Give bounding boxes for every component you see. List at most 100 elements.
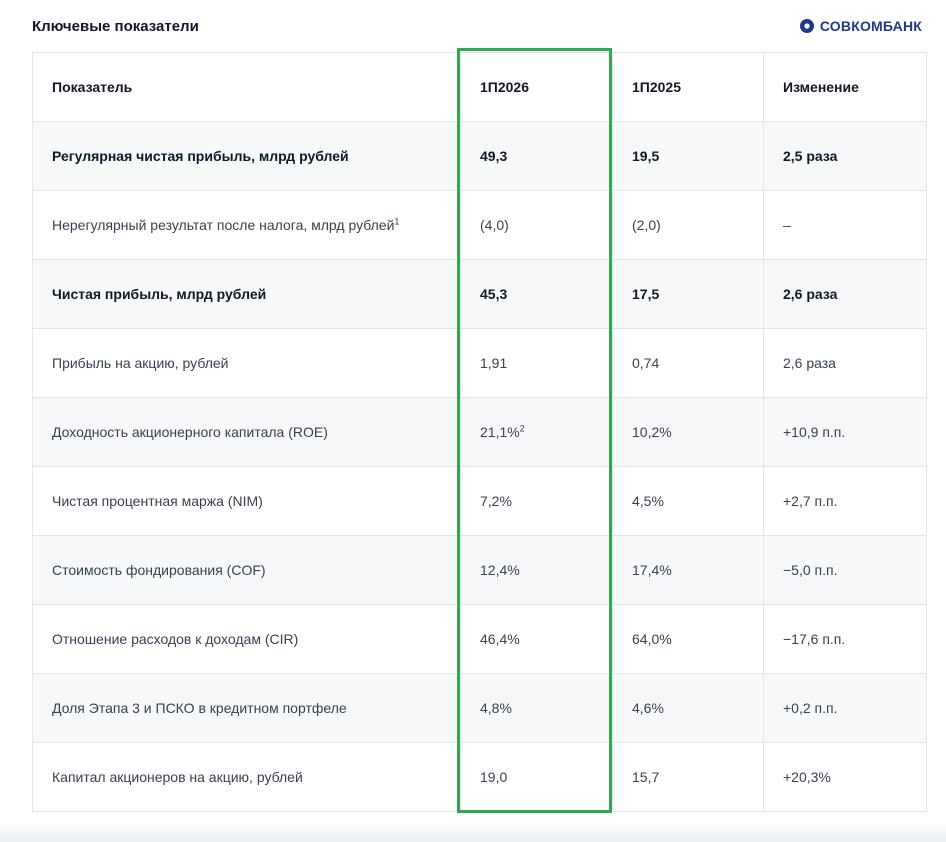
metric-label: Доля Этапа 3 и ПСКО в кредитном портфеле <box>32 673 461 743</box>
value-1p2025: 17,5 <box>612 259 764 329</box>
metric-label-text: Отношение расходов к доходам (CIR) <box>52 631 299 647</box>
metric-label: Прибыль на акцию, рублей <box>32 328 461 398</box>
metric-label: Чистая процентная маржа (NIM) <box>32 466 461 536</box>
value-1p2026-text: (4,0) <box>480 217 509 233</box>
value-change: 2,6 раза <box>763 328 927 398</box>
value-1p2026-text: 4,8% <box>480 700 512 716</box>
metric-label: Регулярная чистая прибыль, млрд рублей <box>32 121 461 191</box>
table-row: Регулярная чистая прибыль, млрд рублей 49… <box>32 121 927 191</box>
value-1p2026: (4,0) <box>460 190 613 260</box>
value-1p2025: 15,7 <box>612 742 764 812</box>
footnote-marker: 2 <box>519 423 525 434</box>
header-change: Изменение <box>763 52 927 122</box>
value-1p2026: 21,1%2 <box>460 397 613 467</box>
header-1p2025: 1П2025 <box>612 52 764 122</box>
metric-label-text: Стоимость фондирования (COF) <box>52 562 266 578</box>
value-1p2025: 64,0% <box>612 604 764 674</box>
table-row: Отношение расходов к доходам (CIR) 46,4% 6… <box>32 604 927 674</box>
value-1p2026-text: 49,3 <box>480 148 508 164</box>
table-row: Капитал акционеров на акцию, рублей 19,0 1… <box>32 742 927 812</box>
value-change-text: −17,6 п.п. <box>783 631 846 647</box>
value-1p2026: 19,0 <box>460 742 613 812</box>
value-1p2026: 46,4% <box>460 604 613 674</box>
value-1p2026-text: 19,0 <box>480 769 508 785</box>
value-1p2026: 45,3 <box>460 259 613 329</box>
bottom-fade <box>0 822 946 842</box>
metric-label-text: Нерегулярный результат после налога, млр… <box>52 217 395 233</box>
value-change: 2,6 раза <box>763 259 927 329</box>
metric-label-text: Капитал акционеров на акцию, рублей <box>52 769 303 785</box>
value-change-text: 2,5 раза <box>783 148 838 164</box>
value-1p2026-text: 21,1% <box>480 424 520 440</box>
metric-label-text: Чистая прибыль, млрд рублей <box>52 286 267 302</box>
table-row: Нерегулярный результат после налога, млр… <box>32 190 927 260</box>
metric-label: Нерегулярный результат после налога, млр… <box>32 190 461 260</box>
header-1p2026: 1П2026 <box>460 52 613 122</box>
value-change-text: +20,3% <box>783 769 831 785</box>
value-1p2025: 4,5% <box>612 466 764 536</box>
value-change-text: +2,7 п.п. <box>783 493 838 509</box>
value-1p2026: 4,8% <box>460 673 613 743</box>
metric-label-text: Прибыль на акцию, рублей <box>52 355 229 371</box>
value-1p2025: 0,74 <box>612 328 764 398</box>
value-1p2026: 49,3 <box>460 121 613 191</box>
value-change: +20,3% <box>763 742 927 812</box>
header-metric: Показатель <box>32 52 461 122</box>
metric-label-text: Доходность акционерного капитала (ROE) <box>52 424 328 440</box>
metric-label-text: Чистая процентная маржа (NIM) <box>52 493 263 509</box>
sovcombank-logo: СОВКОМБАНК <box>799 18 922 34</box>
value-1p2026-text: 1,91 <box>480 355 508 371</box>
value-change-text: – <box>783 217 791 233</box>
table-row: Стоимость фондирования (COF) 12,4% 17,4% −5… <box>32 535 927 605</box>
metric-label-text: Регулярная чистая прибыль, млрд рублей <box>52 148 349 164</box>
value-change: 2,5 раза <box>763 121 927 191</box>
value-1p2025: 10,2% <box>612 397 764 467</box>
value-1p2025-text: 15,7 <box>632 769 660 785</box>
metric-label-text: Доля Этапа 3 и ПСКО в кредитном портфеле <box>52 700 347 716</box>
value-change: −5,0 п.п. <box>763 535 927 605</box>
value-1p2025: 4,6% <box>612 673 764 743</box>
value-1p2026-text: 7,2% <box>480 493 512 509</box>
table-row: Чистая процентная маржа (NIM) 7,2% 4,5% +2,… <box>32 466 927 536</box>
value-1p2025-text: 19,5 <box>632 148 660 164</box>
value-1p2025-text: 64,0% <box>632 631 672 647</box>
table-row: Чистая прибыль, млрд рублей 45,3 17,5 2,6 р… <box>32 259 927 329</box>
value-1p2025: 19,5 <box>612 121 764 191</box>
value-change: +2,7 п.п. <box>763 466 927 536</box>
value-change-text: −5,0 п.п. <box>783 562 838 578</box>
footnote-marker: 1 <box>394 216 400 227</box>
value-1p2025-text: 0,74 <box>632 355 660 371</box>
value-1p2025-text: 17,5 <box>632 286 660 302</box>
value-change: −17,6 п.п. <box>763 604 927 674</box>
metric-label: Капитал акционеров на акцию, рублей <box>32 742 461 812</box>
table-row: Доля Этапа 3 и ПСКО в кредитном портфеле… <box>32 673 927 743</box>
metric-label: Отношение расходов к доходам (CIR) <box>32 604 461 674</box>
logo-text: СОВКОМБАНК <box>819 18 922 34</box>
key-metrics-table: Показатель 1П2026 1П2025 Изменение Регул… <box>32 52 927 812</box>
value-1p2026-text: 46,4% <box>480 631 520 647</box>
value-change-text: +10,9 п.п. <box>783 424 846 440</box>
value-1p2026-text: 12,4% <box>480 562 520 578</box>
value-1p2025: (2,0) <box>612 190 764 260</box>
value-change: +10,9 п.п. <box>763 397 927 467</box>
value-1p2025-text: 17,4% <box>632 562 672 578</box>
value-change-text: 2,6 раза <box>783 286 838 302</box>
value-1p2025-text: 4,6% <box>632 700 664 716</box>
metric-label: Чистая прибыль, млрд рублей <box>32 259 461 329</box>
table-row: Доходность акционерного капитала (ROE) 21… <box>32 397 927 467</box>
value-1p2025-text: (2,0) <box>632 217 661 233</box>
page-title: Ключевые показатели <box>32 18 199 35</box>
sovcombank-logo-icon <box>799 19 814 33</box>
value-1p2026: 7,2% <box>460 466 613 536</box>
value-1p2025-text: 4,5% <box>632 493 664 509</box>
value-1p2026: 1,91 <box>460 328 613 398</box>
metric-label: Стоимость фондирования (COF) <box>32 535 461 605</box>
value-change-text: +0,2 п.п. <box>783 700 838 716</box>
value-change: – <box>763 190 927 260</box>
metric-label: Доходность акционерного капитала (ROE) <box>32 397 461 467</box>
value-change-text: 2,6 раза <box>783 355 836 371</box>
table-header-row: Показатель 1П2026 1П2025 Изменение <box>32 52 927 122</box>
value-1p2025: 17,4% <box>612 535 764 605</box>
value-1p2026-text: 45,3 <box>480 286 508 302</box>
value-1p2026: 12,4% <box>460 535 613 605</box>
